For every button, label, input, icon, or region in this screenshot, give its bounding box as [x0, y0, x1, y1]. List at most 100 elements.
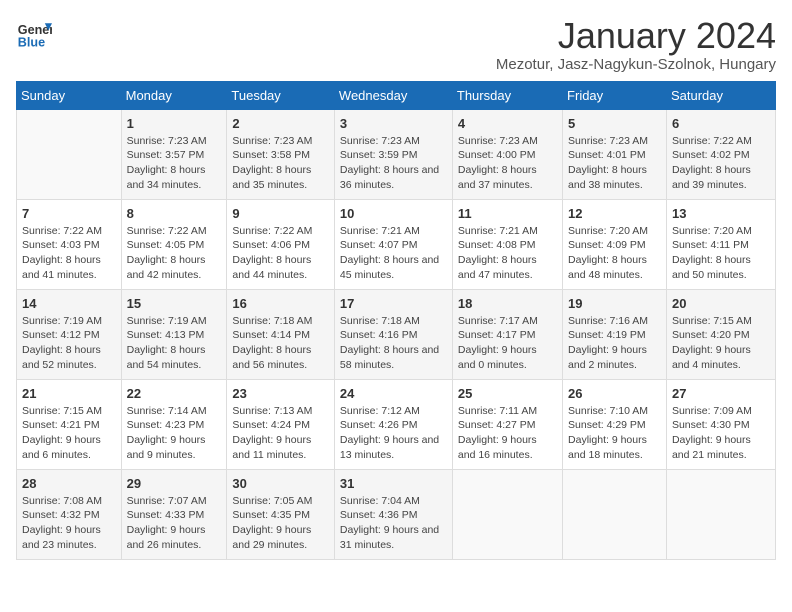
- table-row: 1 Sunrise: 7:23 AMSunset: 3:57 PMDayligh…: [121, 109, 227, 199]
- day-number: 31: [340, 476, 447, 491]
- table-row: [666, 469, 775, 559]
- day-info: Sunrise: 7:23 AMSunset: 3:59 PMDaylight:…: [340, 134, 447, 193]
- day-number: 27: [672, 386, 770, 401]
- day-info: Sunrise: 7:20 AMSunset: 4:09 PMDaylight:…: [568, 224, 661, 283]
- table-row: 27 Sunrise: 7:09 AMSunset: 4:30 PMDaylig…: [666, 379, 775, 469]
- table-row: [17, 109, 122, 199]
- day-number: 12: [568, 206, 661, 221]
- day-number: 22: [127, 386, 222, 401]
- day-info: Sunrise: 7:13 AMSunset: 4:24 PMDaylight:…: [232, 404, 329, 463]
- day-info: Sunrise: 7:15 AMSunset: 4:20 PMDaylight:…: [672, 314, 770, 373]
- table-row: 6 Sunrise: 7:22 AMSunset: 4:02 PMDayligh…: [666, 109, 775, 199]
- calendar-week-row: 1 Sunrise: 7:23 AMSunset: 3:57 PMDayligh…: [17, 109, 776, 199]
- day-info: Sunrise: 7:23 AMSunset: 3:57 PMDaylight:…: [127, 134, 222, 193]
- header-tuesday: Tuesday: [227, 81, 335, 109]
- table-row: 9 Sunrise: 7:22 AMSunset: 4:06 PMDayligh…: [227, 199, 335, 289]
- table-row: 8 Sunrise: 7:22 AMSunset: 4:05 PMDayligh…: [121, 199, 227, 289]
- day-info: Sunrise: 7:22 AMSunset: 4:05 PMDaylight:…: [127, 224, 222, 283]
- day-info: Sunrise: 7:08 AMSunset: 4:32 PMDaylight:…: [22, 494, 116, 553]
- logo: General Blue: [16, 16, 52, 52]
- day-info: Sunrise: 7:23 AMSunset: 4:01 PMDaylight:…: [568, 134, 661, 193]
- day-number: 5: [568, 116, 661, 131]
- day-number: 21: [22, 386, 116, 401]
- day-number: 30: [232, 476, 329, 491]
- calendar-week-row: 28 Sunrise: 7:08 AMSunset: 4:32 PMDaylig…: [17, 469, 776, 559]
- calendar-week-row: 14 Sunrise: 7:19 AMSunset: 4:12 PMDaylig…: [17, 289, 776, 379]
- page-header: General Blue January 2024 Mezotur, Jasz-…: [16, 16, 776, 73]
- table-row: 11 Sunrise: 7:21 AMSunset: 4:08 PMDaylig…: [452, 199, 562, 289]
- day-info: Sunrise: 7:18 AMSunset: 4:16 PMDaylight:…: [340, 314, 447, 373]
- day-number: 28: [22, 476, 116, 491]
- day-info: Sunrise: 7:23 AMSunset: 3:58 PMDaylight:…: [232, 134, 329, 193]
- day-number: 8: [127, 206, 222, 221]
- day-number: 10: [340, 206, 447, 221]
- table-row: 31 Sunrise: 7:04 AMSunset: 4:36 PMDaylig…: [334, 469, 452, 559]
- table-row: 10 Sunrise: 7:21 AMSunset: 4:07 PMDaylig…: [334, 199, 452, 289]
- day-number: 19: [568, 296, 661, 311]
- table-row: 23 Sunrise: 7:13 AMSunset: 4:24 PMDaylig…: [227, 379, 335, 469]
- day-number: 24: [340, 386, 447, 401]
- calendar-title: January 2024: [496, 16, 776, 56]
- calendar-subtitle: Mezotur, Jasz-Nagykun-Szolnok, Hungary: [496, 56, 776, 73]
- day-number: 6: [672, 116, 770, 131]
- calendar-table: Sunday Monday Tuesday Wednesday Thursday…: [16, 81, 776, 560]
- day-info: Sunrise: 7:22 AMSunset: 4:02 PMDaylight:…: [672, 134, 770, 193]
- table-row: 13 Sunrise: 7:20 AMSunset: 4:11 PMDaylig…: [666, 199, 775, 289]
- day-number: 3: [340, 116, 447, 131]
- day-info: Sunrise: 7:07 AMSunset: 4:33 PMDaylight:…: [127, 494, 222, 553]
- table-row: [452, 469, 562, 559]
- day-number: 17: [340, 296, 447, 311]
- header-monday: Monday: [121, 81, 227, 109]
- table-row: 5 Sunrise: 7:23 AMSunset: 4:01 PMDayligh…: [563, 109, 667, 199]
- day-number: 25: [458, 386, 557, 401]
- svg-text:Blue: Blue: [18, 36, 45, 50]
- table-row: 17 Sunrise: 7:18 AMSunset: 4:16 PMDaylig…: [334, 289, 452, 379]
- day-number: 29: [127, 476, 222, 491]
- day-number: 18: [458, 296, 557, 311]
- header-friday: Friday: [563, 81, 667, 109]
- day-number: 11: [458, 206, 557, 221]
- day-number: 13: [672, 206, 770, 221]
- logo-icon: General Blue: [16, 16, 52, 52]
- table-row: 3 Sunrise: 7:23 AMSunset: 3:59 PMDayligh…: [334, 109, 452, 199]
- day-info: Sunrise: 7:21 AMSunset: 4:08 PMDaylight:…: [458, 224, 557, 283]
- header-thursday: Thursday: [452, 81, 562, 109]
- calendar-week-row: 21 Sunrise: 7:15 AMSunset: 4:21 PMDaylig…: [17, 379, 776, 469]
- day-info: Sunrise: 7:14 AMSunset: 4:23 PMDaylight:…: [127, 404, 222, 463]
- table-row: 22 Sunrise: 7:14 AMSunset: 4:23 PMDaylig…: [121, 379, 227, 469]
- day-number: 26: [568, 386, 661, 401]
- table-row: 2 Sunrise: 7:23 AMSunset: 3:58 PMDayligh…: [227, 109, 335, 199]
- table-row: 21 Sunrise: 7:15 AMSunset: 4:21 PMDaylig…: [17, 379, 122, 469]
- day-number: 7: [22, 206, 116, 221]
- table-row: 12 Sunrise: 7:20 AMSunset: 4:09 PMDaylig…: [563, 199, 667, 289]
- day-info: Sunrise: 7:16 AMSunset: 4:19 PMDaylight:…: [568, 314, 661, 373]
- day-info: Sunrise: 7:22 AMSunset: 4:06 PMDaylight:…: [232, 224, 329, 283]
- day-info: Sunrise: 7:18 AMSunset: 4:14 PMDaylight:…: [232, 314, 329, 373]
- table-row: [563, 469, 667, 559]
- day-info: Sunrise: 7:22 AMSunset: 4:03 PMDaylight:…: [22, 224, 116, 283]
- table-row: 4 Sunrise: 7:23 AMSunset: 4:00 PMDayligh…: [452, 109, 562, 199]
- day-info: Sunrise: 7:15 AMSunset: 4:21 PMDaylight:…: [22, 404, 116, 463]
- table-row: 26 Sunrise: 7:10 AMSunset: 4:29 PMDaylig…: [563, 379, 667, 469]
- table-row: 18 Sunrise: 7:17 AMSunset: 4:17 PMDaylig…: [452, 289, 562, 379]
- table-row: 7 Sunrise: 7:22 AMSunset: 4:03 PMDayligh…: [17, 199, 122, 289]
- calendar-week-row: 7 Sunrise: 7:22 AMSunset: 4:03 PMDayligh…: [17, 199, 776, 289]
- table-row: 19 Sunrise: 7:16 AMSunset: 4:19 PMDaylig…: [563, 289, 667, 379]
- day-info: Sunrise: 7:17 AMSunset: 4:17 PMDaylight:…: [458, 314, 557, 373]
- header-saturday: Saturday: [666, 81, 775, 109]
- day-info: Sunrise: 7:05 AMSunset: 4:35 PMDaylight:…: [232, 494, 329, 553]
- table-row: 29 Sunrise: 7:07 AMSunset: 4:33 PMDaylig…: [121, 469, 227, 559]
- day-info: Sunrise: 7:20 AMSunset: 4:11 PMDaylight:…: [672, 224, 770, 283]
- title-block: January 2024 Mezotur, Jasz-Nagykun-Szoln…: [496, 16, 776, 73]
- day-number: 2: [232, 116, 329, 131]
- day-number: 23: [232, 386, 329, 401]
- day-number: 20: [672, 296, 770, 311]
- day-info: Sunrise: 7:11 AMSunset: 4:27 PMDaylight:…: [458, 404, 557, 463]
- table-row: 28 Sunrise: 7:08 AMSunset: 4:32 PMDaylig…: [17, 469, 122, 559]
- table-row: 25 Sunrise: 7:11 AMSunset: 4:27 PMDaylig…: [452, 379, 562, 469]
- day-info: Sunrise: 7:19 AMSunset: 4:13 PMDaylight:…: [127, 314, 222, 373]
- day-number: 15: [127, 296, 222, 311]
- table-row: 16 Sunrise: 7:18 AMSunset: 4:14 PMDaylig…: [227, 289, 335, 379]
- table-row: 14 Sunrise: 7:19 AMSunset: 4:12 PMDaylig…: [17, 289, 122, 379]
- day-number: 14: [22, 296, 116, 311]
